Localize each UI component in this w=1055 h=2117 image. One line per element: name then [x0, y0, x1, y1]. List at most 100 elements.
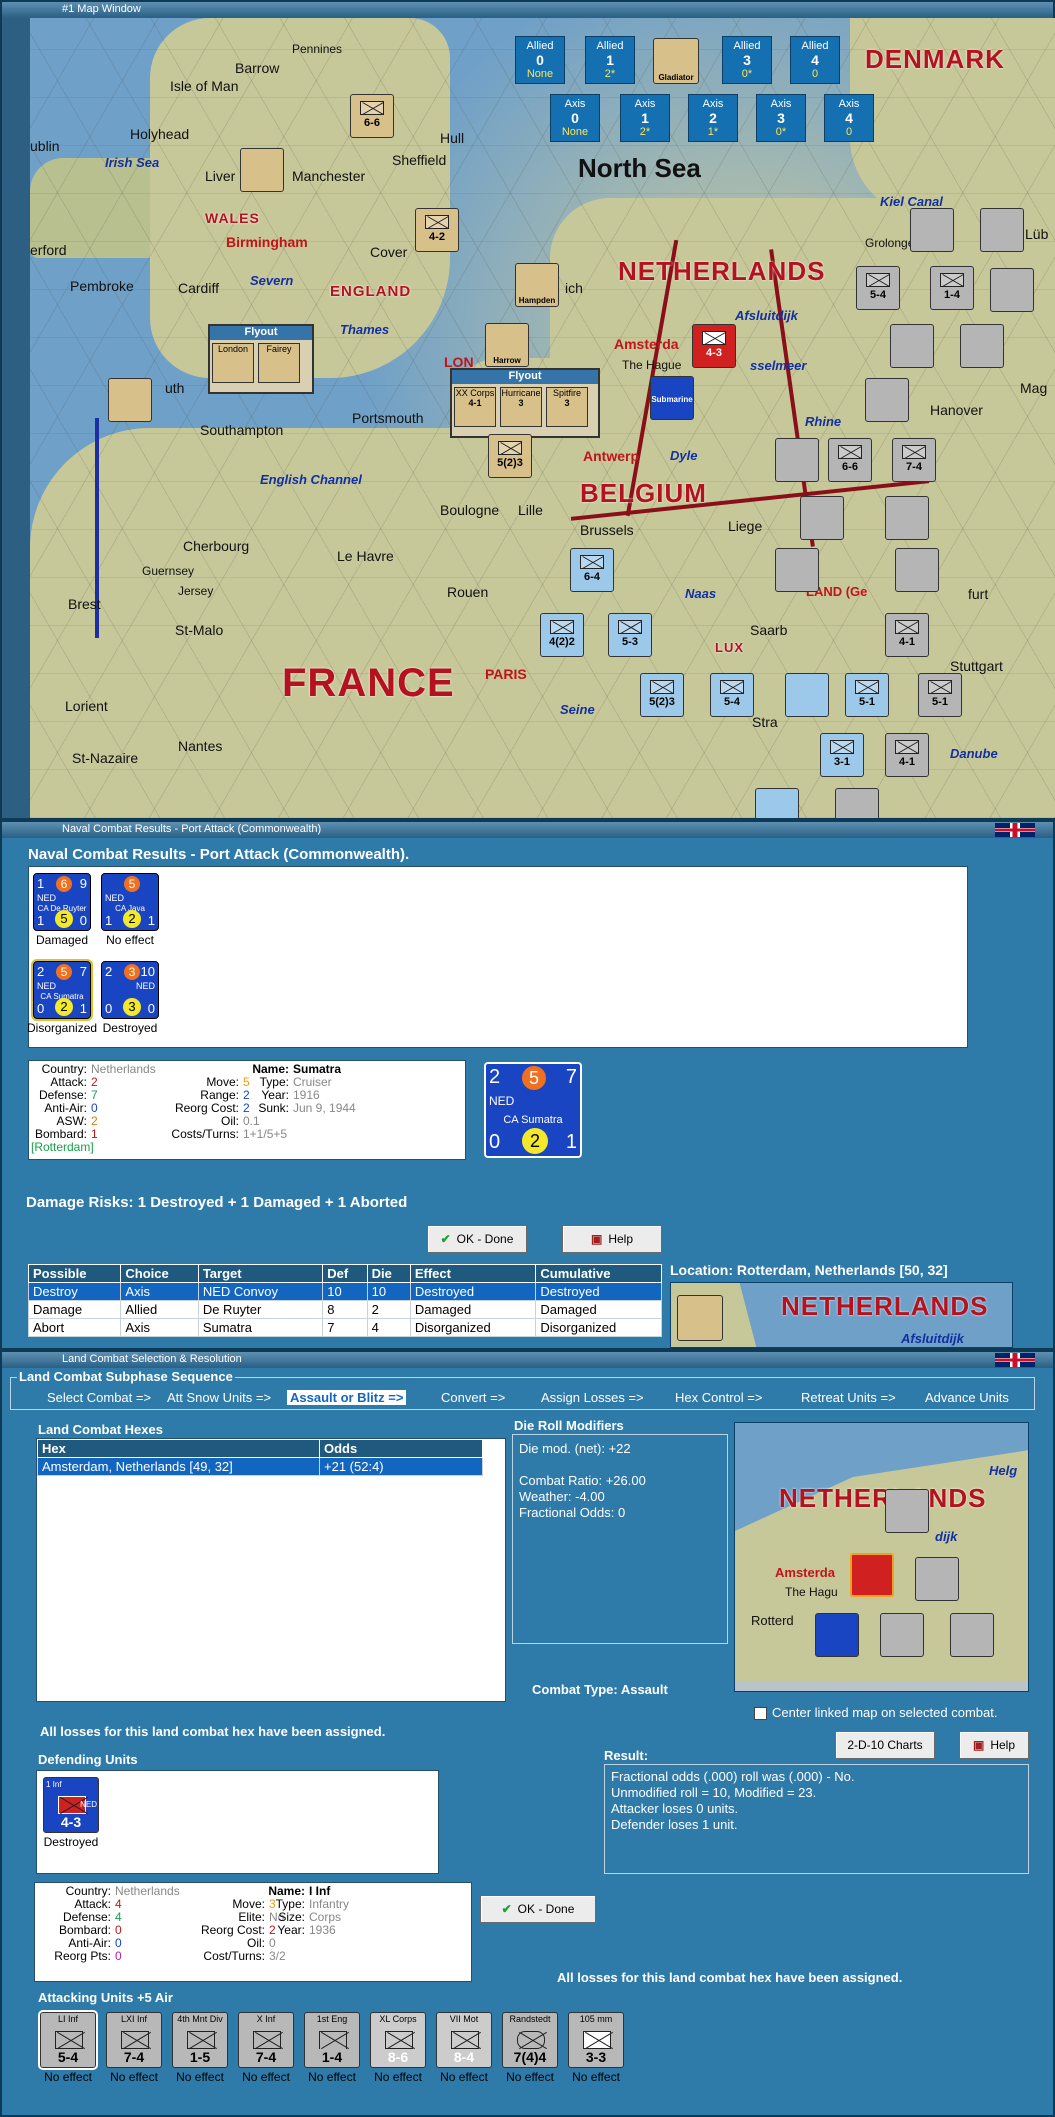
- unit-counter[interactable]: 5-1: [845, 673, 889, 717]
- flyout-counter[interactable]: Fairey: [258, 343, 300, 383]
- step-retreat-units[interactable]: Retreat Units =>: [801, 1390, 896, 1405]
- help-button[interactable]: ▣ Help: [959, 1731, 1029, 1759]
- column-header[interactable]: Cumulative: [535, 1264, 662, 1283]
- table-row[interactable]: Amsterdam, Netherlands [49, 32] +21 (52:4…: [37, 1457, 483, 1476]
- column-header[interactable]: Def: [322, 1264, 368, 1283]
- land-window-titlebar[interactable]: Land Combat Selection & Resolution: [2, 1352, 1053, 1368]
- unit-counter[interactable]: 4-2: [415, 208, 459, 252]
- column-header[interactable]: Hex: [37, 1439, 320, 1458]
- naval-window-titlebar[interactable]: Naval Combat Results - Port Attack (Comm…: [2, 822, 1053, 838]
- allied-search-box-3[interactable]: Allied 3 0*: [722, 36, 772, 84]
- ship-counter[interactable]: 2 3 10 NED 0 3 0: [101, 961, 159, 1019]
- ok-done-button[interactable]: ✔ OK - Done: [427, 1225, 527, 1253]
- unit-counter[interactable]: [910, 208, 954, 252]
- map-window-titlebar[interactable]: #1 Map Window: [2, 2, 1053, 18]
- unit-counter[interactable]: [240, 148, 284, 192]
- ship-counter[interactable]: 1 6 9 NED CA De Ruyter 1 5 0: [33, 873, 91, 931]
- step-select-combat[interactable]: Select Combat =>: [47, 1390, 151, 1405]
- aircraft-counter[interactable]: [677, 1295, 723, 1341]
- allied-search-box-4[interactable]: Allied 4 0: [790, 36, 840, 84]
- aircraft-counter[interactable]: [800, 496, 844, 540]
- aircraft-counter[interactable]: [785, 673, 829, 717]
- minimap-scrollbar[interactable]: [735, 1681, 1028, 1691]
- unit-counter[interactable]: 3-1: [820, 733, 864, 777]
- unit-counter[interactable]: 5-4: [856, 266, 900, 310]
- table-row[interactable]: Destroy Axis NED Convoy 10 10 Destroyed Destro…: [27, 1282, 662, 1301]
- unit-counter[interactable]: [890, 324, 934, 368]
- unit-counter[interactable]: 4-1: [885, 733, 929, 777]
- unit-counter[interactable]: [865, 378, 909, 422]
- attacker-counter[interactable]: 1st Eng 1-4: [304, 2012, 360, 2068]
- map-scrollbar-left[interactable]: [2, 18, 30, 818]
- step-convert[interactable]: Convert =>: [441, 1390, 505, 1405]
- help-button[interactable]: ▣ Help: [562, 1225, 662, 1253]
- submarine-counter[interactable]: Submarine: [650, 376, 694, 420]
- column-header[interactable]: Choice: [120, 1264, 199, 1283]
- unit-counter[interactable]: 5-1: [918, 673, 962, 717]
- location-minimap[interactable]: NETHERLANDS Afsluitdijk: [670, 1282, 1013, 1348]
- step-assign-losses[interactable]: Assign Losses =>: [541, 1390, 644, 1405]
- table-row[interactable]: Damage Allied De Ruyter 8 2 Damaged Damaged: [27, 1300, 662, 1319]
- aircraft-counter[interactable]: Hampden: [515, 263, 559, 307]
- ok-done-button[interactable]: ✔ OK - Done: [480, 1895, 596, 1923]
- attacker-counter[interactable]: XL Corps 8-6: [370, 2012, 426, 2068]
- axis-search-box-0[interactable]: Axis 0 None: [550, 94, 600, 142]
- unit-counter[interactable]: 5(2)3: [488, 434, 532, 478]
- step-advance-units[interactable]: Advance Units: [925, 1390, 1009, 1405]
- column-header[interactable]: Die: [366, 1264, 411, 1283]
- ship-counter[interactable]: 5 NED CA Java 1 2 1: [101, 873, 159, 931]
- flyout-panel-1[interactable]: Flyout London Fairey: [208, 324, 314, 394]
- attacker-counter[interactable]: 4th Mnt Div 1-5: [172, 2012, 228, 2068]
- flyout-counter[interactable]: Spitfire 3: [546, 387, 588, 427]
- unit-counter[interactable]: 6-6: [350, 94, 394, 138]
- unit-counter[interactable]: 6-6: [828, 438, 872, 482]
- axis-search-box-1[interactable]: Axis 1 2*: [620, 94, 670, 142]
- axis-search-box-4[interactable]: Axis 4 0: [824, 94, 874, 142]
- gladiator-counter[interactable]: Gladiator: [653, 38, 699, 84]
- defender-counter[interactable]: 1 Inf NED 4-3: [43, 1777, 99, 1833]
- unit-counter[interactable]: [980, 208, 1024, 252]
- naval-counter[interactable]: [108, 378, 152, 422]
- flyout-counter[interactable]: London: [212, 343, 254, 383]
- step-att-snow-units[interactable]: Att Snow Units =>: [167, 1390, 271, 1405]
- column-header[interactable]: Possible: [27, 1264, 122, 1283]
- unit-counter[interactable]: 4(2)2: [540, 613, 584, 657]
- unit-counter[interactable]: [885, 1489, 929, 1533]
- attacker-counter[interactable]: Randstedt 7(4)4: [502, 2012, 558, 2068]
- attacker-counter[interactable]: LXI Inf 7-4: [106, 2012, 162, 2068]
- unit-counter[interactable]: 6-4: [570, 548, 614, 592]
- unit-counter[interactable]: 1-4: [930, 266, 974, 310]
- aircraft-counter[interactable]: [775, 548, 819, 592]
- attacker-counter[interactable]: X Inf 7-4: [238, 2012, 294, 2068]
- attacker-counter[interactable]: VII Mot 8-4: [436, 2012, 492, 2068]
- allied-search-box-0[interactable]: Allied 0 None: [515, 36, 565, 84]
- game-map[interactable]: DENMARK North Sea NETHERLANDS BELGIUM FR…: [30, 18, 1055, 818]
- ship-counter[interactable]: [815, 1613, 859, 1657]
- column-header[interactable]: Effect: [409, 1264, 537, 1283]
- attacker-counter[interactable]: LI Inf 5-4: [38, 2010, 98, 2070]
- table-row[interactable]: Abort Axis Sumatra 7 4 Disorganized Disorganiz…: [27, 1318, 662, 1337]
- flyout-counter[interactable]: XX Corps 4-1: [454, 387, 496, 427]
- unit-counter[interactable]: [755, 788, 799, 818]
- center-map-checkbox[interactable]: [754, 1707, 767, 1720]
- unit-counter[interactable]: [895, 548, 939, 592]
- unit-counter[interactable]: [835, 788, 879, 818]
- unit-counter[interactable]: 5-3: [608, 613, 652, 657]
- unit-counter[interactable]: [950, 1613, 994, 1657]
- unit-counter[interactable]: 5(2)3: [640, 673, 684, 717]
- land-minimap[interactable]: NETHERLANDS Amsterda The Hagu Rotterd di…: [734, 1422, 1029, 1692]
- flyout-panel-2[interactable]: Flyout XX Corps 4-1Hurricane 3Spitfire 3: [450, 368, 600, 438]
- allied-search-box-1[interactable]: Allied 1 2*: [585, 36, 635, 84]
- flyout-counter[interactable]: Hurricane 3: [500, 387, 542, 427]
- unit-counter-target[interactable]: [850, 1553, 894, 1597]
- unit-counter[interactable]: 4-1: [885, 613, 929, 657]
- unit-counter[interactable]: [885, 496, 929, 540]
- column-header[interactable]: Target: [197, 1264, 324, 1283]
- aircraft-counter[interactable]: [775, 438, 819, 482]
- unit-counter[interactable]: [915, 1557, 959, 1601]
- unit-counter[interactable]: [880, 1613, 924, 1657]
- unit-counter[interactable]: 5-4: [710, 673, 754, 717]
- aircraft-counter[interactable]: Harrow: [485, 323, 529, 367]
- axis-search-box-2[interactable]: Axis 2 1*: [688, 94, 738, 142]
- ship-counter-selected[interactable]: 2 5 7 NED CA Sumatra 0 2 1: [31, 959, 93, 1021]
